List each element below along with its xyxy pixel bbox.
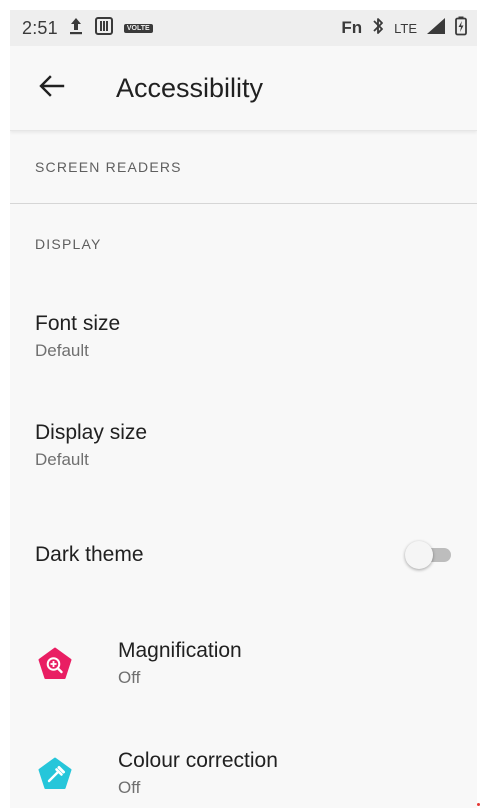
setting-title: Magnification — [118, 639, 242, 662]
setting-magnification[interactable]: Magnification Off — [10, 609, 477, 719]
magnification-icon — [32, 647, 78, 681]
status-time: 2:51 — [22, 17, 58, 38]
setting-title: Display size — [35, 420, 148, 444]
sim-card-icon — [94, 16, 114, 41]
network-type: LTE — [394, 20, 417, 36]
setting-texts: Font size Default — [10, 311, 120, 363]
setting-texts: Magnification Off — [78, 638, 242, 690]
battery-charging-icon — [455, 16, 467, 41]
touch-indicator-dot — [477, 803, 480, 806]
status-bar-right: Fn LTE — [341, 16, 467, 41]
setting-texts: Colour correction Off — [78, 748, 278, 800]
fn-indicator: Fn — [341, 18, 363, 37]
arrow-back-icon — [39, 74, 65, 102]
setting-title: Font size — [35, 311, 121, 335]
screen: 2:51 VOLTE Fn LTE Accessibility SCREEN R… — [10, 10, 477, 808]
setting-summary: Default — [35, 449, 89, 469]
setting-font-size[interactable]: Font size Default — [10, 282, 477, 391]
back-button[interactable] — [22, 58, 82, 118]
section-header-display: DISPLAY — [10, 204, 477, 282]
dark-theme-switch[interactable] — [405, 540, 453, 569]
section-label-display: DISPLAY — [35, 236, 102, 252]
status-bar: 2:51 VOLTE Fn LTE — [10, 10, 477, 46]
status-bar-left: 2:51 VOLTE — [22, 16, 153, 41]
bluetooth-icon — [371, 16, 385, 41]
page-title: Accessibility — [116, 72, 264, 103]
colour-correction-icon — [32, 757, 78, 791]
signal-icon — [426, 17, 446, 40]
setting-summary: Off — [118, 668, 141, 687]
setting-title: Colour correction — [118, 749, 278, 772]
setting-dark-theme[interactable]: Dark theme — [10, 500, 477, 609]
setting-texts: Display size Default — [10, 420, 147, 472]
setting-colour-correction[interactable]: Colour correction Off — [10, 719, 477, 808]
volte-badge: VOLTE — [123, 23, 153, 33]
section-label-screen-readers: SCREEN READERS — [35, 159, 182, 175]
setting-summary: Default — [35, 340, 89, 360]
setting-summary: Off — [118, 778, 141, 797]
setting-texts: Dark theme — [10, 542, 144, 568]
app-bar: Accessibility — [10, 46, 477, 131]
section-header-screen-readers: SCREEN READERS — [10, 131, 477, 204]
switch-thumb — [405, 540, 433, 569]
setting-title: Dark theme — [35, 542, 144, 566]
setting-display-size[interactable]: Display size Default — [10, 391, 477, 500]
upload-icon — [68, 16, 84, 41]
